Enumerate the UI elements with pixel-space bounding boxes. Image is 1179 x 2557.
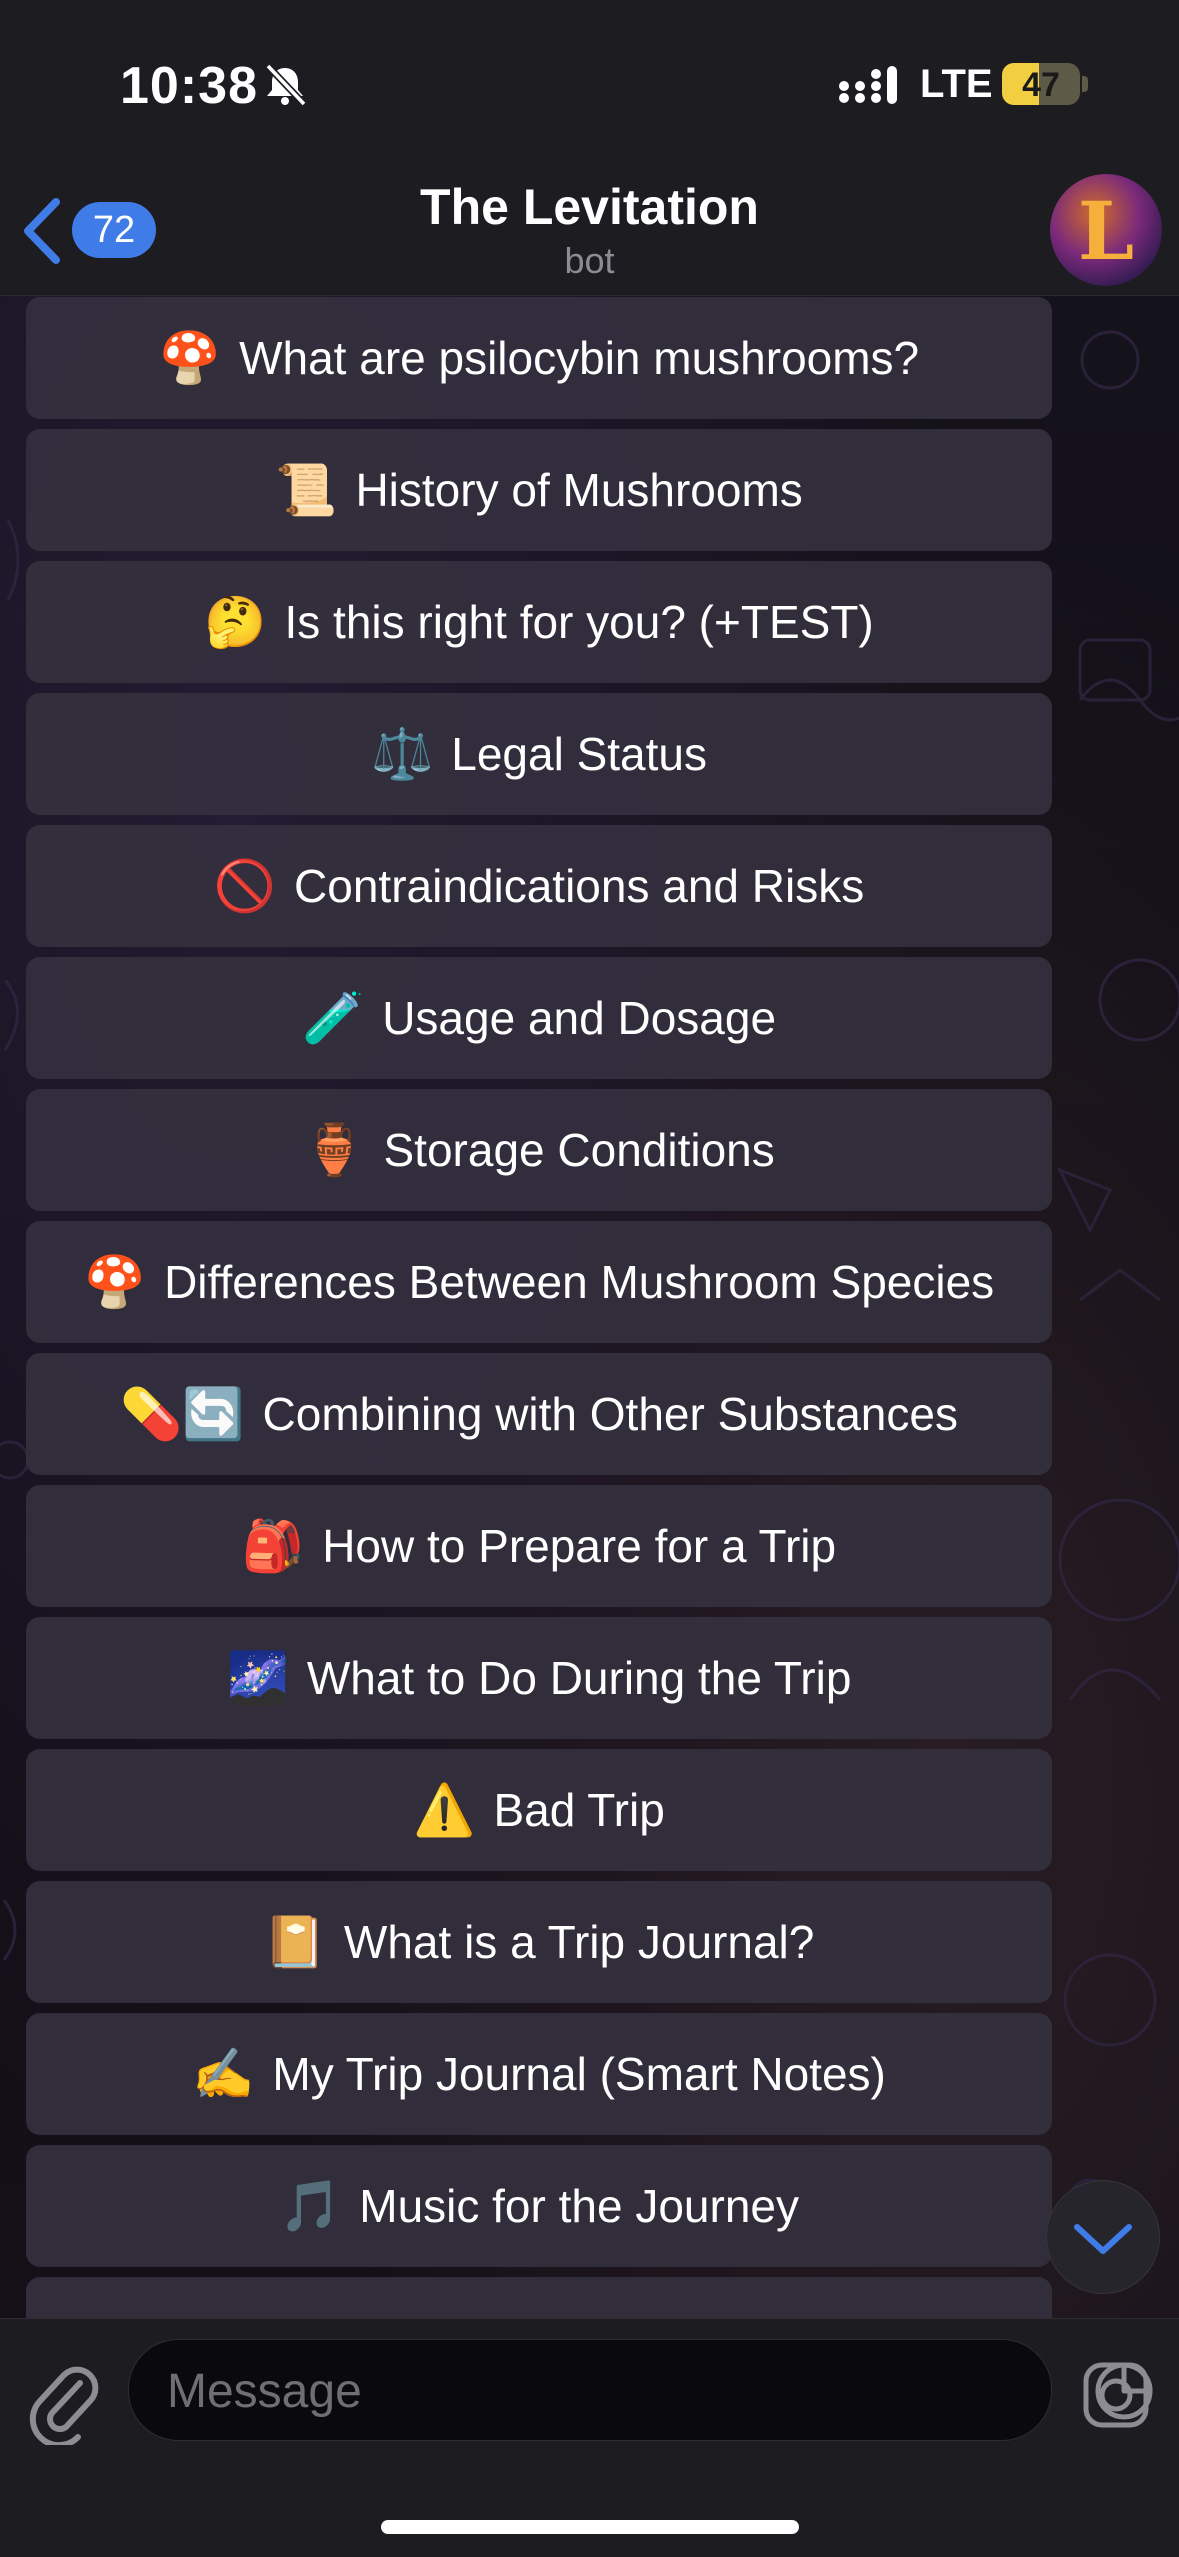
music-note-icon: 🎵	[278, 2177, 342, 2234]
menu-button-journal-info[interactable]: 📔 What is a Trip Journal?	[26, 1881, 1052, 2003]
chat-title[interactable]: The Levitation	[0, 178, 1179, 236]
menu-button-prepare[interactable]: 🎒 How to Prepare for a Trip	[26, 1485, 1052, 1607]
menu-button-label: What is a Trip Journal?	[343, 1916, 815, 1968]
menu-button-music[interactable]: 🎵 Music for the Journey	[26, 2145, 1052, 2267]
menu-button-label: What are psilocybin mushrooms?	[239, 332, 920, 384]
menu-button-dosage[interactable]: 🧪 Usage and Dosage	[26, 957, 1052, 1079]
menu-button-label: Combining with Other Substances	[262, 1388, 958, 1440]
menu-button-label: Bad Trip	[493, 1784, 665, 1836]
notebook-icon: 📔	[263, 1913, 326, 1970]
paperclip-icon[interactable]	[28, 2355, 100, 2445]
signal-icon	[839, 66, 897, 104]
menu-button-bad-trip[interactable]: ⚠️ Bad Trip	[26, 1749, 1052, 1871]
menu-button-label: Storage Conditions	[383, 1124, 775, 1176]
menu-button-label: How to Prepare for a Trip	[322, 1520, 837, 1572]
menu-button-label: Differences Between Mushroom Species	[164, 1256, 995, 1308]
status-time: 10:38	[120, 57, 258, 115]
test-tube-icon: 🧪	[301, 989, 365, 1046]
menu-button-partial[interactable]	[26, 2277, 1052, 2319]
menu-button-risks[interactable]: 🚫 Contraindications and Risks	[26, 825, 1052, 947]
scroll-down-button[interactable]	[1046, 2180, 1160, 2294]
menu-button-label: Usage and Dosage	[382, 992, 777, 1044]
battery-tip	[1082, 76, 1088, 92]
status-bar: 10:38 LTE 47	[0, 0, 1179, 160]
amphora-icon: 🏺	[303, 1121, 366, 1178]
avatar[interactable]: L	[1050, 174, 1162, 286]
bell-slash-icon	[265, 63, 307, 107]
battery-indicator: 47	[1002, 63, 1080, 105]
mushroom-icon: 🍄	[158, 329, 222, 386]
menu-button-during-trip[interactable]: 🌌 What to Do During the Trip	[26, 1617, 1052, 1739]
menu-button-legal[interactable]: ⚖️ Legal Status	[26, 693, 1052, 815]
menu-button-label: What to Do During the Trip	[306, 1652, 852, 1704]
writing-hand-icon: ✍️	[192, 2045, 255, 2102]
network-label: LTE	[920, 62, 993, 106]
warning-icon: ⚠️	[413, 1781, 476, 1838]
menu-button-species[interactable]: 🍄 Differences Between Mushroom Species	[26, 1221, 1052, 1343]
mushroom-icon: 🍄	[83, 1253, 147, 1310]
menu-button-history[interactable]: 📜 History of Mushrooms	[26, 429, 1052, 551]
scroll-icon: 📜	[275, 461, 338, 518]
menu-button-label: Music for the Journey	[359, 2180, 799, 2232]
bot-keyboard: 🍄 What are psilocybin mushrooms? 📜 Histo…	[26, 297, 1052, 2319]
chat-header: 72 The Levitation bot L	[0, 160, 1179, 296]
message-input[interactable]: Message	[128, 2339, 1153, 2441]
menu-button-storage[interactable]: 🏺 Storage Conditions	[26, 1089, 1052, 1211]
thinking-face-icon: 🤔	[204, 593, 267, 650]
menu-button-psilocybin[interactable]: 🍄 What are psilocybin mushrooms?	[26, 297, 1052, 419]
menu-button-my-journal[interactable]: ✍️ My Trip Journal (Smart Notes)	[26, 2013, 1052, 2135]
backpack-icon: 🎒	[241, 1517, 305, 1574]
camera-icon[interactable]	[1080, 2359, 1152, 2431]
battery-level: 47	[1022, 66, 1060, 104]
pill-repeat-icon: 💊🔄	[120, 1385, 245, 1442]
menu-button-label: My Trip Journal (Smart Notes)	[272, 2048, 886, 2100]
menu-button-test[interactable]: 🤔 Is this right for you? (+TEST)	[26, 561, 1052, 683]
menu-button-label: Contraindications and Risks	[294, 860, 865, 912]
milky-way-icon: 🌌	[226, 1649, 289, 1706]
home-indicator[interactable]	[381, 2520, 799, 2534]
prohibited-icon: 🚫	[213, 857, 277, 914]
menu-button-label: History of Mushrooms	[355, 464, 803, 516]
avatar-letter: L	[1077, 184, 1135, 278]
message-placeholder: Message	[167, 2365, 362, 2418]
menu-button-label: Is this right for you? (+TEST)	[284, 596, 874, 648]
menu-button-label: Legal Status	[451, 728, 707, 780]
chevron-down-icon	[1074, 2224, 1132, 2254]
scales-icon: ⚖️	[370, 725, 434, 782]
menu-button-combining[interactable]: 💊🔄 Combining with Other Substances	[26, 1353, 1052, 1475]
chat-subtitle: bot	[564, 240, 615, 281]
